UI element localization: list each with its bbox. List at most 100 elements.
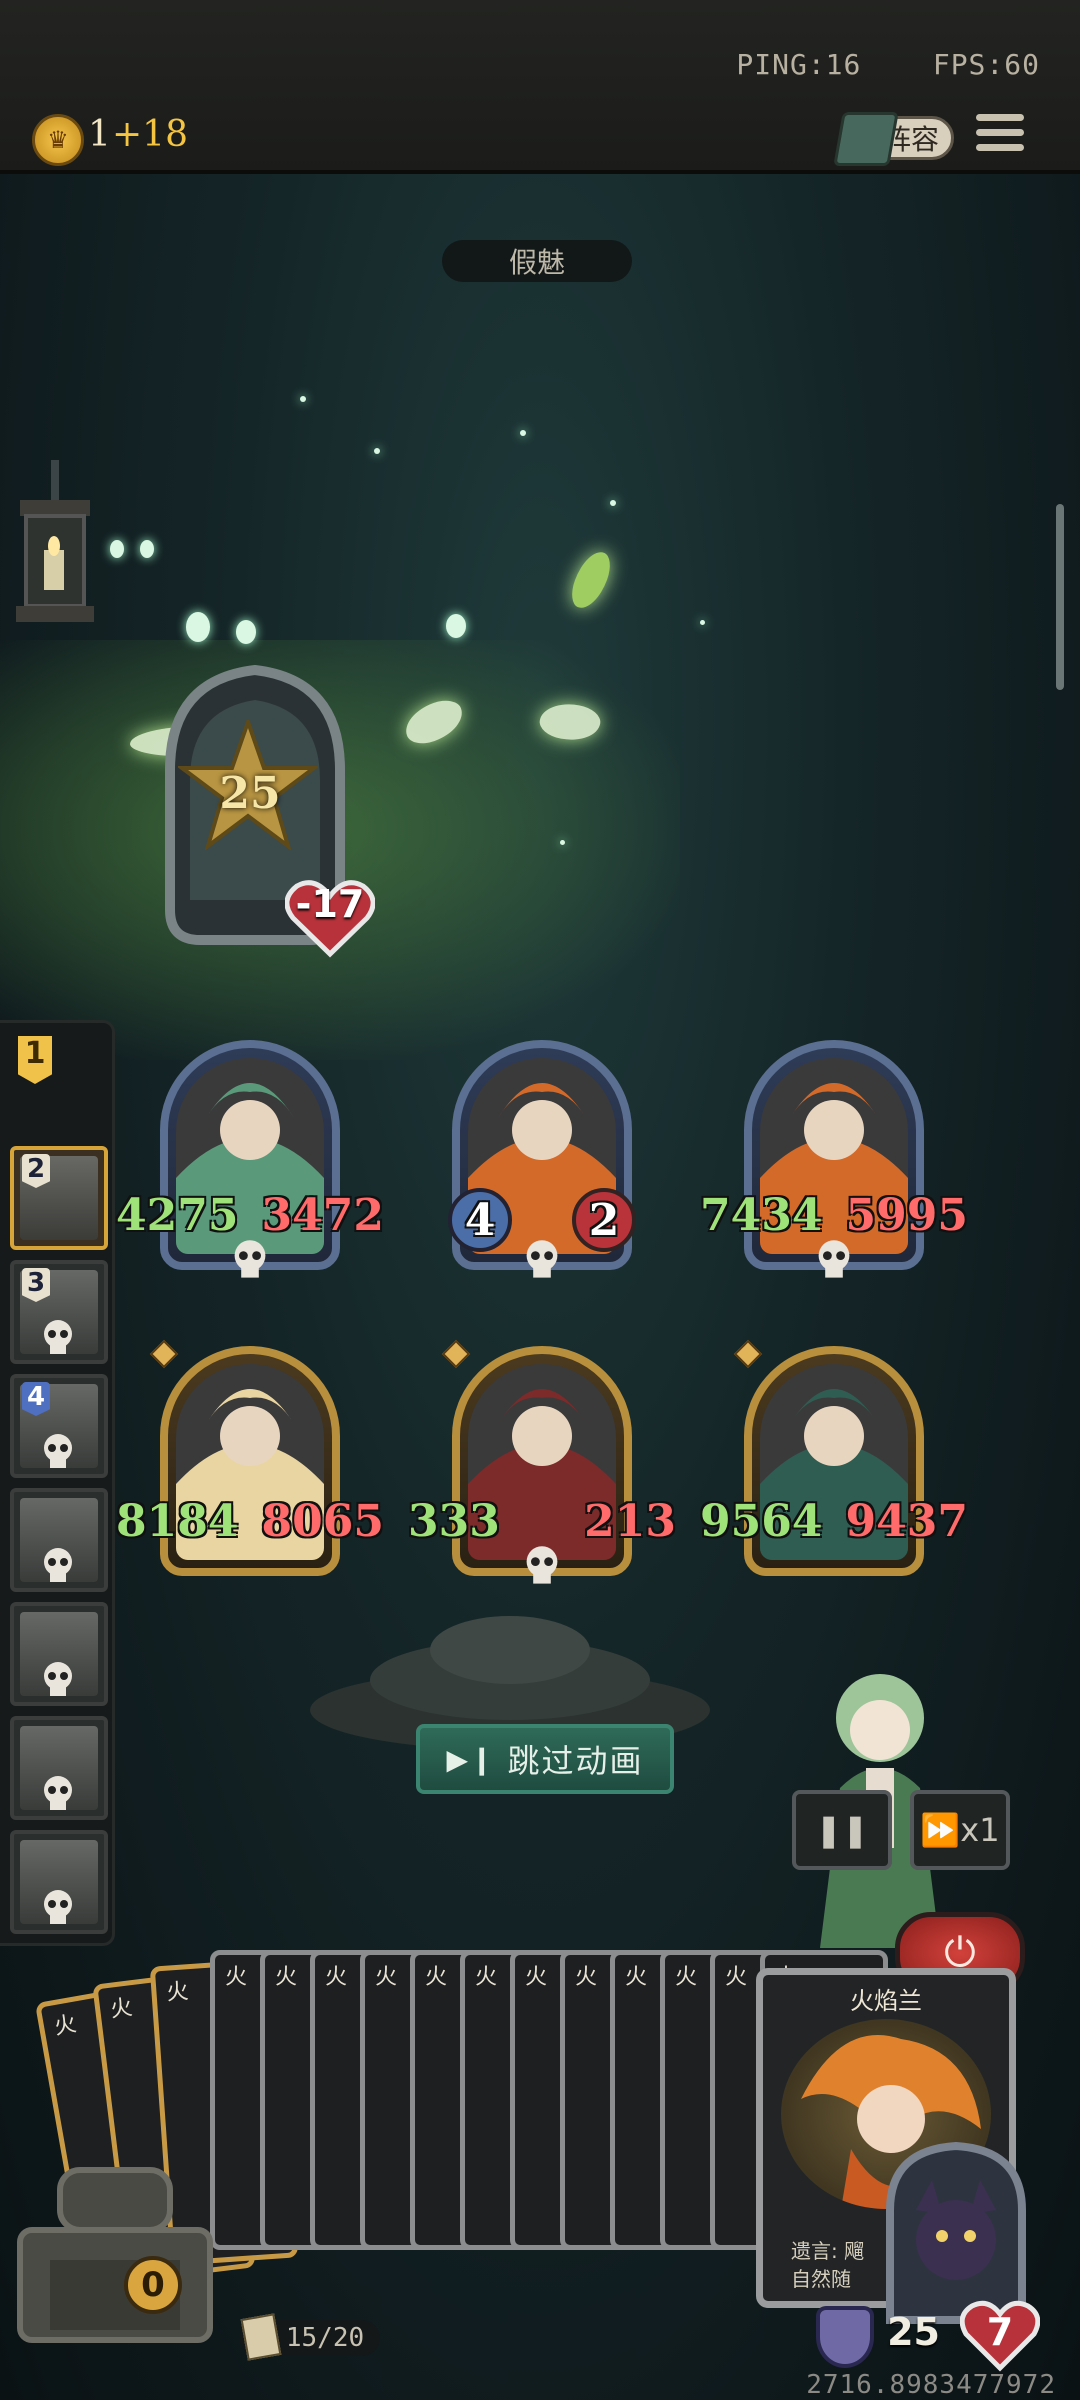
spark [236,620,256,644]
book-icon [833,112,899,166]
skull-icon [38,1432,78,1472]
gold-income: +18 [112,114,188,155]
speed-button[interactable]: ⏩ x1 [910,1790,1010,1870]
minion-attack: 4 [448,1188,512,1252]
card-type-label: 火 [525,1965,548,1990]
recruit-slot[interactable] [10,1716,108,1820]
speed-label: x1 [960,1811,1000,1849]
board-minion[interactable]: 333 213 [408,1339,676,1588]
opponent-tavern-level: 25 [219,768,281,819]
golden-gem-icon [733,1339,763,1369]
life-value: 7 [986,2310,1014,2354]
card-type-label: 火 [165,1979,190,2006]
skip-label: 跳过动画 [507,1742,644,1780]
card-type-label: 火 [375,1965,398,1990]
minion-health: 8065 [261,1496,384,1547]
skull-icon [38,1546,78,1586]
golden-gem-icon [441,1339,471,1369]
card-type-label: 火 [675,1965,698,1990]
spark [560,840,565,845]
card-type-label: 火 [108,1995,134,2023]
skull-icon [520,1544,564,1588]
card-type-label: 火 [475,1965,498,1990]
moth-wing [566,546,616,614]
skull-icon [38,1888,78,1928]
card-type-label: 火 [275,1965,298,1990]
spark [610,500,616,506]
deck-count-value: 15/20 [285,2323,365,2353]
turn-indicator: 1 [18,1036,52,1084]
minion-attack: 4275 [116,1190,239,1241]
deck-icon [240,2313,282,2361]
spark [374,448,380,454]
card-type-label: 火 [52,2011,79,2041]
card-type-label: 火 [575,1965,598,1990]
card-description: 遗言: 飗 自然随 [791,2237,864,2293]
gold-coin-icon: ♛ [32,114,84,166]
minion-attack: 7434 [700,1190,823,1241]
recruit-slot[interactable]: 4 [10,1374,108,1478]
lantern-icon [16,460,94,622]
minion-health: 213 [584,1496,676,1547]
skull-icon [228,1238,272,1282]
recruit-slot[interactable] [10,1830,108,1934]
minion-health: 9437 [845,1496,968,1547]
recruit-slot[interactable]: 3 [10,1260,108,1364]
skip-animation-button[interactable]: ▶❙ 跳过动画 [416,1724,674,1794]
card-title: 火焰兰 [850,1987,922,2015]
scrollbar[interactable] [1056,504,1064,690]
skip-icon: ▶❙ [446,1742,496,1776]
card-desc-line: 遗言: 飗 [791,2239,865,2263]
opponent-name: 假魅 [442,240,632,282]
board-minion[interactable]: 9564 9437 [700,1339,968,1586]
spark [140,540,154,558]
spark [110,540,124,558]
skull-icon [38,1660,78,1700]
skull-icon [520,1238,564,1282]
fps-label: FPS:60 [932,48,1040,81]
board-minion[interactable]: 4275 3472 [116,1040,384,1282]
chest-counter: 0 [124,2256,182,2314]
rating-readout: 2716.8983477972 [806,2370,1056,2400]
minion-attack: 333 [408,1496,500,1547]
gold-value: 1 [88,114,111,155]
pause-icon: ❚❚ [815,1811,869,1849]
card-desc-line: 自然随 [791,2267,851,2291]
minion-attack: 9564 [700,1496,823,1547]
treasure-chest-icon[interactable] [10,2150,220,2350]
card-type-label: 火 [325,1965,348,1990]
recruit-slot[interactable]: 2 [10,1146,108,1250]
network-stats: PING:16 FPS:60 [736,48,1040,81]
pause-button[interactable]: ❚❚ [792,1790,892,1870]
spark [700,620,705,625]
minion-health: 3472 [261,1190,384,1241]
slot-tier-badge: 4 [22,1382,50,1416]
slot-tier-badge: 3 [22,1268,50,1302]
spark [446,614,466,638]
golden-gem-icon [149,1339,179,1369]
skull-icon [38,1774,78,1814]
board-minion[interactable]: 8184 8065 [116,1339,384,1586]
slot-tier-badge: 2 [22,1154,50,1188]
minion-attack: 8184 [116,1496,239,1547]
spark [520,430,526,436]
board-minion[interactable]: 7434 5995 [700,1040,968,1282]
recruit-slot[interactable] [10,1602,108,1706]
card-type-label: 火 [625,1965,648,1990]
minion-health: 2 [572,1188,636,1252]
minion-health: 5995 [845,1190,968,1241]
board-minion[interactable]: 42 [448,1040,636,1282]
opponent-damage-taken: -17 [295,882,365,926]
skull-icon [38,1318,78,1358]
skull-icon [812,1238,856,1282]
spark [186,612,210,642]
fast-forward-icon: ⏩ [920,1811,961,1849]
card-type-label: 火 [425,1965,448,1990]
spark [300,396,306,402]
menu-icon[interactable] [976,114,1024,154]
card-type-label: 火 [225,1965,248,1990]
card-type-label: 火 [725,1965,748,1990]
armor-value: 25 [887,2310,940,2354]
recruit-slot[interactable] [10,1488,108,1592]
ping-label: PING:16 [736,48,862,81]
